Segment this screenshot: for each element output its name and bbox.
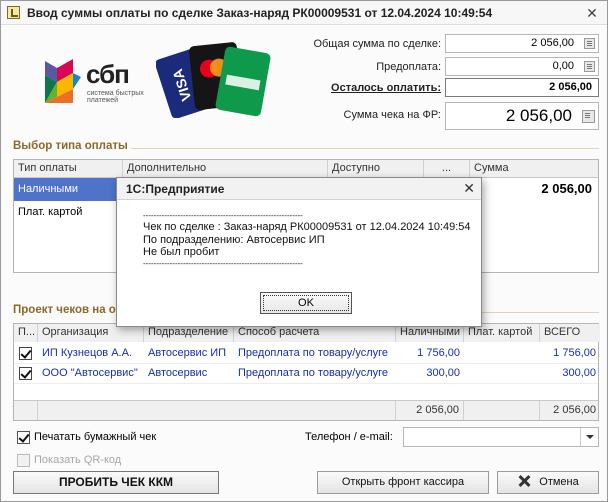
show-qr-label: Показать QR-код (34, 454, 122, 466)
total-amount-label: Общая сумма по сделке: (313, 38, 441, 50)
payment-sum-cell[interactable] (470, 201, 598, 224)
department-cell[interactable]: Автосервис (144, 364, 234, 384)
section-divider (482, 312, 599, 313)
print-checkbox[interactable] (19, 347, 32, 360)
print-paper-checkbox[interactable] (17, 431, 30, 444)
message-dialog-title: 1С:Предприятие (126, 182, 225, 196)
calculator-icon[interactable] (584, 61, 595, 72)
message-line: ----------------------------------------… (143, 211, 303, 220)
sbp-wordmark: сбп (86, 59, 130, 89)
open-cashier-front-button[interactable]: Открыть фронт кассира (317, 471, 489, 494)
organization-cell[interactable]: ООО "Автосервис" (38, 364, 144, 384)
method-cell[interactable]: Предоплата по товару/услуге (234, 364, 396, 384)
total-cell[interactable]: 300,00 (540, 364, 600, 384)
column-header-sum[interactable]: Сумма (470, 160, 600, 178)
footer-cell (38, 401, 396, 420)
total-cell[interactable]: 1 756,00 (540, 344, 600, 364)
prepayment-field: 0,00 (445, 57, 599, 76)
window-title: Ввод суммы оплаты по сделке Заказ-наряд … (27, 6, 493, 20)
column-header-print[interactable]: П... (14, 324, 38, 342)
payment-type-cell[interactable]: Плат. картой (14, 201, 122, 224)
phone-email-input[interactable] (403, 427, 599, 447)
remaining-amount-field: 2 056,00 (445, 78, 599, 97)
payment-type-section-title: Выбор типа оплаты (13, 140, 128, 152)
cancel-button-label: Отмена (539, 476, 579, 488)
remaining-label: Осталось оплатить: (331, 82, 441, 94)
receipts-section-title: Проект чеков на о (13, 304, 116, 316)
message-dialog-title-bar: 1С:Предприятие ✕ (117, 178, 481, 200)
message-line: ----------------------------------------… (143, 258, 303, 268)
title-bar: Ввод суммы оплаты по сделке Заказ-наряд … (1, 1, 607, 25)
column-header-available[interactable]: Доступно (328, 160, 424, 178)
cash-cell[interactable]: 300,00 (396, 364, 464, 384)
cash-cell[interactable]: 1 756,00 (396, 344, 464, 364)
footer-cell (14, 401, 38, 420)
message-line: Не был пробит (143, 246, 220, 259)
payment-type-table-header: Тип оплаты Дополнительно Доступно ... Су… (14, 160, 598, 178)
fr-receipt-amount-field[interactable]: 2 056,00 (445, 102, 599, 130)
app-form-icon (7, 6, 20, 19)
column-header-more[interactable]: ... (424, 160, 470, 178)
total-amount-value: 2 056,00 (531, 37, 574, 49)
receipt-row[interactable]: ИП Кузнецов А.А. Автосервис ИП Предоплат… (14, 344, 598, 364)
message-line: По подразделению: Автосервис ИП (143, 233, 325, 246)
footer-cash-total: 2 056,00 (396, 401, 464, 420)
department-cell[interactable]: Автосервис ИП (144, 344, 234, 364)
print-checkbox[interactable] (19, 367, 32, 380)
fr-receipt-amount-value: 2 056,00 (505, 106, 572, 125)
calculator-icon[interactable] (584, 38, 595, 49)
print-paper-label[interactable]: Печатать бумажный чек (34, 431, 156, 443)
phone-email-label: Телефон / e-mail: (305, 431, 393, 443)
section-divider (131, 148, 599, 149)
fr-receipt-label: Сумма чека на ФР: (343, 109, 441, 121)
remaining-amount-value: 2 056,00 (549, 81, 592, 93)
column-header-total[interactable]: ВСЕГО (540, 324, 600, 342)
window-close-icon[interactable]: ✕ (583, 4, 601, 22)
message-line: Чек по сделке : Заказ-наряд РК00009531 о… (143, 221, 471, 233)
ok-button[interactable]: OK (260, 292, 352, 314)
column-header-additional[interactable]: Дополнительно (123, 160, 328, 178)
total-amount-field: 2 056,00 (445, 34, 599, 53)
prepayment-value: 0,00 (552, 60, 574, 72)
cancel-button[interactable]: Отмена (497, 471, 599, 494)
sbp-subtitle: система быстрых платежей (87, 90, 144, 104)
payment-dialog-window: Ввод суммы оплаты по сделке Заказ-наряд … (0, 0, 608, 502)
message-dialog: 1С:Предприятие ✕ -----------------------… (116, 177, 482, 327)
footer-card-total (464, 401, 540, 420)
card-cell[interactable] (464, 344, 540, 364)
cancel-x-icon (517, 474, 531, 488)
card-cell[interactable] (464, 364, 540, 384)
receipts-table: П... Организация Подразделение Способ ра… (13, 323, 600, 421)
receipt-row[interactable]: ООО "Автосервис" Автосервис Предоплата п… (14, 364, 598, 384)
show-qr-checkbox (17, 454, 30, 467)
footer-grand-total: 2 056,00 (553, 404, 596, 416)
receipts-totals-row: 2 056,00 2 056,00 (14, 400, 598, 420)
payment-cards-icon: VISA (156, 42, 271, 118)
method-cell[interactable]: Предоплата по товару/услуге (234, 344, 396, 364)
payment-sum-cell[interactable]: 2 056,00 (470, 178, 598, 201)
punch-receipt-button[interactable]: ПРОБИТЬ ЧЕК ККМ (13, 471, 219, 494)
message-close-icon[interactable]: ✕ (463, 179, 475, 197)
prepayment-label: Предоплата: (376, 61, 441, 73)
calculator-icon[interactable] (582, 110, 595, 123)
chevron-down-icon[interactable] (580, 428, 598, 446)
payment-type-cell[interactable]: Наличными (14, 178, 122, 201)
organization-cell[interactable]: ИП Кузнецов А.А. (38, 344, 144, 364)
column-header-type[interactable]: Тип оплаты (14, 160, 123, 178)
message-text: ----------------------------------------… (143, 211, 471, 269)
